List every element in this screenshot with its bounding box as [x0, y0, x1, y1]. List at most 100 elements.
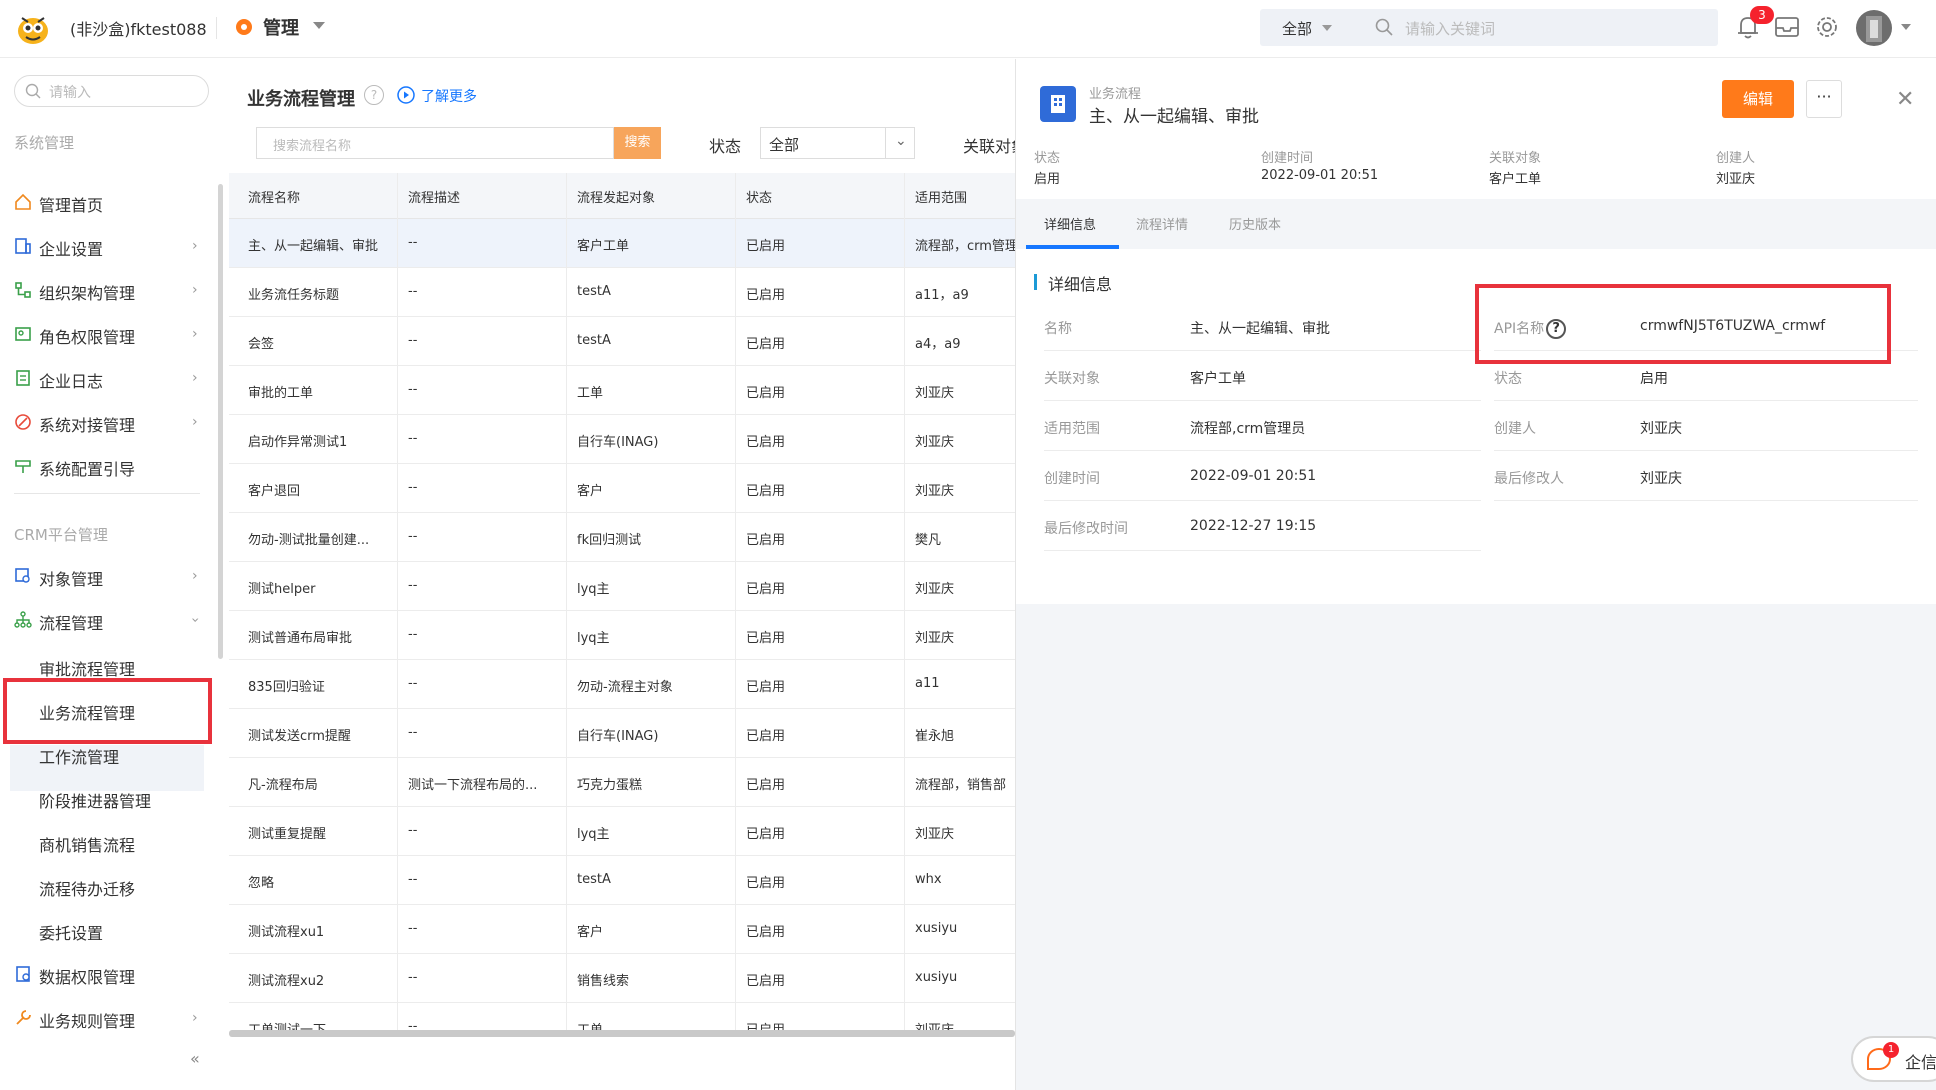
edit-button[interactable]: 编辑 — [1722, 80, 1794, 118]
table-cell: 已启用 — [746, 827, 786, 842]
global-search[interactable]: 全部 请输入关键词 — [1260, 9, 1718, 46]
sidebar-sub-approval-flow[interactable]: 审批流程管理 — [39, 656, 135, 680]
sidebar-item-integration[interactable]: 系统对接管理 › — [14, 404, 204, 440]
chevron-down-icon[interactable] — [1322, 25, 1332, 31]
sidebar-sub-workflow[interactable]: 工作流管理 — [39, 744, 119, 768]
table-cell: 测试发送crm提醒 — [248, 729, 351, 744]
table-row[interactable]: 主、从一起编辑、审批 -- 客户工单 已启用 流程部，crm管理员 — [229, 219, 1015, 268]
integration-icon — [15, 414, 31, 430]
highlight-box-sidebar — [3, 678, 212, 744]
status-select-value: 全部 — [769, 136, 800, 154]
flow-search-input[interactable]: 搜索流程名称 — [256, 127, 614, 159]
sidebar-item-role[interactable]: 角色权限管理 › — [14, 316, 204, 352]
chevron-down-icon[interactable] — [1901, 24, 1911, 30]
sidebar-sub-todo-migrate[interactable]: 流程待办迁移 — [39, 876, 135, 900]
tenant-name[interactable]: (非沙盒)fktest088 — [70, 16, 207, 40]
divider — [1494, 450, 1918, 451]
table-cell: 测试普通布局审批 — [248, 631, 353, 646]
table-cell: lyq主 — [577, 631, 610, 646]
table-cell: 测试重复提醒 — [248, 827, 327, 842]
sidebar-item-data-permission[interactable]: 数据权限管理 — [14, 956, 204, 992]
sidebar-sub-delegate[interactable]: 委托设置 — [39, 920, 103, 944]
column-header[interactable]: 流程发起对象 — [577, 187, 655, 206]
column-header[interactable]: 流程名称 — [248, 187, 300, 206]
field-value: 刘亚庆 — [1640, 471, 1682, 487]
sidebar-item-org[interactable]: 组织架构管理 › — [14, 272, 204, 308]
column-header[interactable]: 状态 — [746, 187, 772, 206]
sidebar-search-input[interactable]: 请输入 — [14, 75, 209, 107]
divider — [1044, 500, 1481, 501]
search-scope-select[interactable]: 全部 — [1282, 18, 1312, 39]
enterprise-icon — [15, 238, 31, 254]
table-row[interactable]: 忽略 -- testA 已启用 whx — [229, 856, 1015, 905]
sidebar-item-object[interactable]: 对象管理 › — [14, 558, 204, 594]
tab-flow-detail[interactable]: 流程详情 — [1136, 214, 1188, 233]
search-button[interactable]: 搜索 — [614, 127, 661, 159]
app-switcher[interactable]: 管理 — [263, 14, 299, 40]
sidebar-sub-opportunity[interactable]: 商机销售流程 — [39, 832, 135, 856]
play-circle-icon[interactable] — [397, 86, 415, 104]
column-header[interactable]: 流程描述 — [408, 187, 460, 206]
table-row[interactable]: 测试流程xu1 -- 客户 已启用 xusiyu — [229, 905, 1015, 954]
avatar[interactable] — [1856, 10, 1892, 46]
table-row[interactable]: 测试重复提醒 -- lyq主 已启用 刘亚庆 — [229, 807, 1015, 856]
table-cell: 已启用 — [746, 631, 786, 646]
chevron-right-icon: › — [192, 568, 198, 584]
status-select[interactable]: 全部 ⌄ — [760, 127, 915, 159]
settings-gear-icon[interactable] — [1812, 12, 1842, 42]
sidebar-scrollbar[interactable] — [218, 184, 223, 659]
tab-history[interactable]: 历史版本 — [1229, 214, 1281, 233]
table-row[interactable]: 测试普通布局审批 -- lyq主 已启用 刘亚庆 — [229, 611, 1015, 660]
divider — [1494, 500, 1918, 501]
search-input[interactable]: 请输入关键词 — [1405, 18, 1495, 39]
table-cell: 刘亚庆 — [915, 827, 955, 842]
table-cell: 已启用 — [746, 680, 786, 695]
table-cell: 自行车(INAG) — [577, 729, 659, 744]
chat-button[interactable]: 1 企信 — [1851, 1036, 1936, 1082]
table-row[interactable]: 客户退回 -- 客户 已启用 刘亚庆 — [229, 464, 1015, 513]
inbox-icon[interactable] — [1772, 12, 1802, 42]
table-cell: 客户退回 — [248, 484, 301, 499]
table-cell: 工单 — [577, 386, 604, 401]
status-filter-label: 状态 — [709, 137, 742, 156]
chevron-down-icon[interactable] — [313, 22, 325, 29]
divider — [566, 173, 567, 1030]
app-logo-icon[interactable] — [14, 10, 52, 48]
table-row[interactable]: 审批的工单 -- 工单 已启用 刘亚庆 — [229, 366, 1015, 415]
meta-label: 状态 — [1034, 151, 1061, 166]
table-row[interactable]: 业务流任务标题 -- testA 已启用 a11，a9 — [229, 268, 1015, 317]
table-cell: 835回归验证 — [248, 680, 325, 695]
table-horizontal-scrollbar[interactable] — [229, 1030, 1015, 1037]
more-button[interactable]: ··· — [1806, 80, 1842, 118]
sidebar-item-log[interactable]: 企业日志 › — [14, 360, 204, 396]
sidebar-sub-stage[interactable]: 阶段推进器管理 — [39, 788, 151, 812]
column-header[interactable]: 适用范围 — [915, 187, 967, 206]
sidebar-item-enterprise[interactable]: 企业设置 › — [14, 228, 204, 264]
sidebar-item-home[interactable]: 管理首页 — [14, 184, 204, 220]
table-row[interactable]: 工单测试一下 -- 工单 已启用 刘亚庆 — [229, 1003, 1015, 1030]
close-icon[interactable]: ✕ — [1896, 87, 1914, 112]
table-cell: 已启用 — [746, 1019, 898, 1030]
sidebar-item-flow[interactable]: 流程管理 › — [14, 602, 204, 638]
chevron-right-icon: › — [192, 1010, 198, 1026]
table-row[interactable]: 835回归验证 -- 勿动-流程主对象 已启用 a11 — [229, 660, 1015, 709]
learn-more-link[interactable]: 了解更多 — [421, 86, 477, 106]
table-row[interactable]: 启动作异常测试1 -- 自行车(INAG) 已启用 刘亚庆 — [229, 415, 1015, 464]
table-cell: 已启用 — [746, 582, 786, 597]
sidebar-item-guide[interactable]: 系统配置引导 — [14, 448, 204, 484]
table-cell: xusiyu — [915, 921, 958, 936]
table-cell: 流程部，crm管理员 — [915, 239, 1015, 254]
table-row[interactable]: 测试发送crm提醒 -- 自行车(INAG) 已启用 崔永旭 — [229, 709, 1015, 758]
collapse-sidebar-button[interactable]: « — [190, 1049, 200, 1068]
tab-details[interactable]: 详细信息 — [1044, 214, 1096, 233]
table-row[interactable]: 勿动-测试批量创建... -- fk回归测试 已启用 樊凡 — [229, 513, 1015, 562]
table-row[interactable]: 测试helper -- lyq主 已启用 刘亚庆 — [229, 562, 1015, 611]
table-row[interactable]: 凡-流程布局 测试一下流程布局的... 巧克力蛋糕 已启用 流程部，销售部 — [229, 758, 1015, 807]
sidebar-item-rule[interactable]: 业务规则管理 › — [14, 1000, 204, 1036]
field-label: 名称 — [1044, 321, 1072, 337]
help-icon[interactable]: ? — [364, 85, 384, 105]
table-row[interactable]: 测试流程xu2 -- 销售线索 已启用 xusiyu — [229, 954, 1015, 1003]
table-cell: -- — [408, 627, 418, 642]
table-row[interactable]: 会签 -- testA 已启用 a4，a9 — [229, 317, 1015, 366]
sidebar-item-label: 对象管理 — [39, 570, 104, 589]
